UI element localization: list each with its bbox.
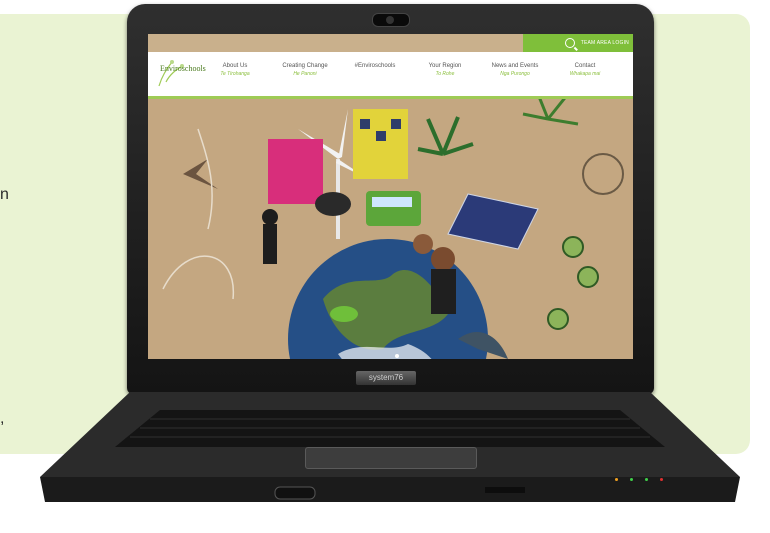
laptop-base: [35, 392, 745, 507]
nav-label: Your Region: [428, 63, 462, 69]
laptop-brand-badge: system76: [356, 371, 416, 385]
laptop-bottom-bezel: system76: [127, 359, 654, 394]
nav-sublabel: Nga Purongo: [500, 71, 530, 77]
status-led-icon: [630, 478, 633, 481]
edge-text-fragment-2: ,: [0, 410, 5, 427]
hero-collage-image: [148, 93, 633, 359]
logo-text: Enviroschools: [160, 64, 206, 73]
edge-text-fragment: n: [0, 186, 9, 203]
carousel-dot[interactable]: [395, 354, 399, 358]
status-led-icon: [615, 478, 618, 481]
nav-item-creating-change[interactable]: Creating Change He Panoni: [270, 62, 340, 78]
team-area-login-link[interactable]: TEAM AREA LOGIN: [581, 40, 629, 46]
site-logo[interactable]: Enviroschools: [154, 56, 206, 92]
nav-label: News and Events: [491, 63, 539, 69]
nav-sublabel: Te Tirohanga: [220, 71, 250, 77]
nav-label: Contact: [574, 63, 596, 69]
nav-label: #Enviroschools: [354, 63, 396, 69]
main-nav: About Us Te Tirohanga Creating Change He P…: [200, 62, 620, 78]
nav-sublabel: He Panoni: [293, 71, 317, 77]
status-led-icon: [645, 478, 648, 481]
nav-item-news-events[interactable]: News and Events Nga Purongo: [480, 62, 550, 78]
top-utility-bar: TEAM AREA LOGIN: [523, 34, 633, 52]
search-icon[interactable]: [564, 38, 575, 48]
laptop-screen: Enviroschools About Us Te Tirohanga Creat…: [148, 34, 633, 359]
status-led-icon: [660, 478, 663, 481]
webcam-icon: [372, 13, 410, 27]
nav-item-contact[interactable]: Contact Whakapa mai: [550, 62, 620, 78]
nav-item-your-region[interactable]: Your Region To Rohe: [410, 62, 480, 78]
nav-sublabel: Whakapa mai: [569, 71, 601, 77]
nav-label: About Us: [222, 63, 248, 69]
site-navbar: Enviroschools About Us Te Tirohanga Creat…: [148, 52, 633, 99]
nav-sublabel: To Rohe: [435, 71, 455, 77]
nav-item-about-us[interactable]: About Us Te Tirohanga: [200, 62, 270, 78]
nav-item-enviroschools-hashtag[interactable]: #Enviroschools: [340, 62, 410, 78]
nav-label: Creating Change: [282, 63, 328, 69]
touchpad: [305, 447, 477, 469]
laptop-lid: Enviroschools About Us Te Tirohanga Creat…: [127, 4, 654, 394]
